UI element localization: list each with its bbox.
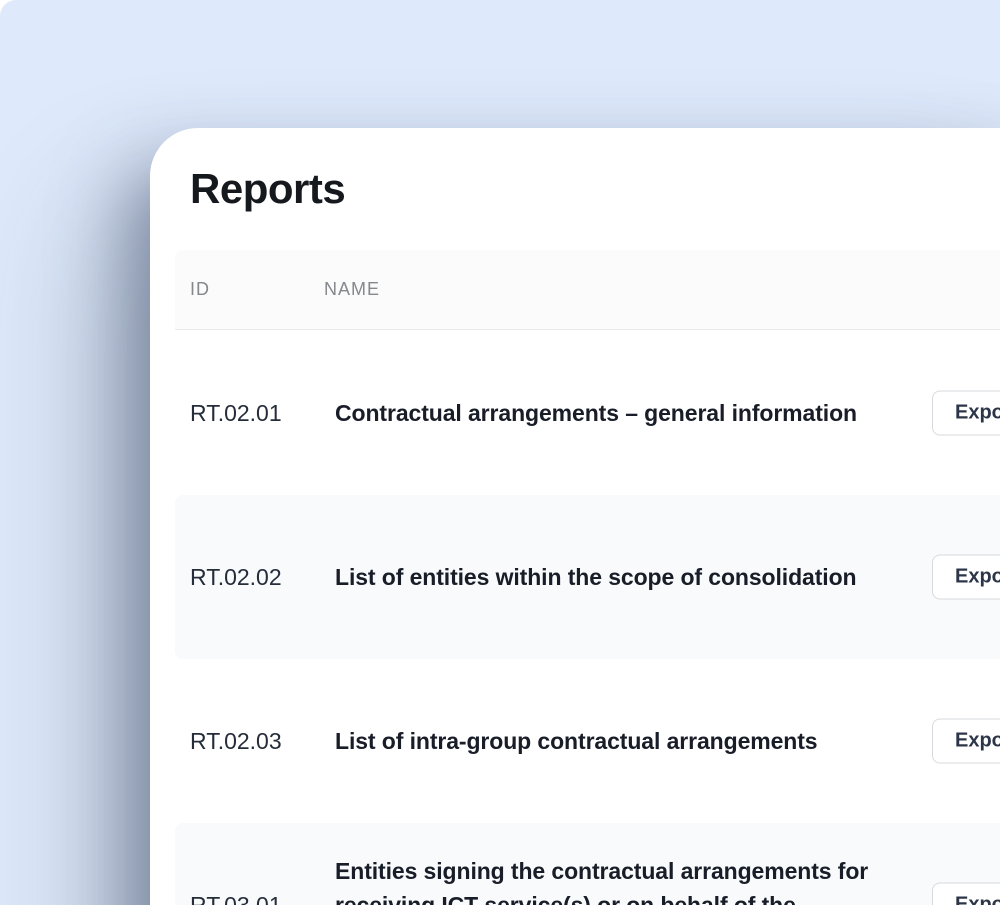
report-id: RT.03.01 <box>190 892 324 905</box>
report-id: RT.02.03 <box>190 728 324 755</box>
table-body: RT.02.01 Contractual arrangements – gene… <box>150 331 1000 905</box>
export-button[interactable]: Export <box>932 719 1000 764</box>
report-name: Entities signing the contractual arrange… <box>324 854 932 905</box>
export-button[interactable]: Export <box>932 555 1000 600</box>
table-row: RT.02.03 List of intra-group contractual… <box>150 659 1000 823</box>
report-name: Contractual arrangements – general infor… <box>324 396 932 430</box>
table-row: RT.02.01 Contractual arrangements – gene… <box>150 331 1000 495</box>
viewport: Reports ID NAME RT.02.01 Contractual arr… <box>0 0 1000 905</box>
export-button[interactable]: Export <box>932 391 1000 436</box>
table-row: RT.02.02 List of entities within the sco… <box>150 495 1000 659</box>
export-button[interactable]: Export <box>932 883 1000 905</box>
report-id: RT.02.01 <box>190 400 324 427</box>
report-id: RT.02.02 <box>190 564 324 591</box>
report-name: List of entities within the scope of con… <box>324 560 932 594</box>
table-row: RT.03.01 Entities signing the contractua… <box>150 823 1000 905</box>
column-header-name: NAME <box>324 279 1000 300</box>
page-title: Reports <box>190 164 345 214</box>
reports-card: Reports ID NAME RT.02.01 Contractual arr… <box>150 128 1000 905</box>
table-header: ID NAME <box>175 250 1000 330</box>
report-name: List of intra-group contractual arrangem… <box>324 724 932 758</box>
column-header-id: ID <box>190 279 324 300</box>
